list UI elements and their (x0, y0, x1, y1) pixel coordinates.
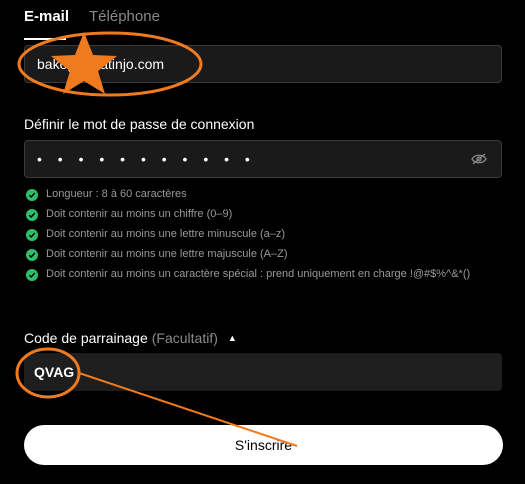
auth-tabs: E-mail Téléphone (24, 8, 160, 38)
check-icon (26, 269, 38, 281)
eye-off-icon[interactable] (469, 152, 489, 166)
signup-button[interactable]: S'inscrire (24, 425, 503, 465)
check-icon (26, 189, 38, 201)
requirement-text: Longueur : 8 à 60 caractères (46, 188, 187, 200)
password-label: Définir le mot de passe de connexion (24, 116, 255, 132)
referral-code-value: QVAG (34, 364, 75, 380)
requirement-length: Longueur : 8 à 60 caractères (26, 188, 496, 208)
requirement-special: Doit contenir au moins un caractère spéc… (26, 268, 496, 300)
check-icon (26, 209, 38, 221)
email-field[interactable]: bakog y@atinjo.com (24, 45, 502, 83)
active-tab-indicator (24, 38, 66, 40)
referral-optional-label: (Facultatif) (151, 330, 218, 346)
password-field[interactable]: • • • • • • • • • • • (24, 140, 502, 178)
check-icon (26, 249, 38, 261)
tab-telephone[interactable]: Téléphone (89, 8, 160, 38)
password-masked-value: • • • • • • • • • • • (37, 151, 256, 167)
requirement-text: Doit contenir au moins un chiffre (0–9) (46, 208, 233, 220)
requirement-lowercase: Doit contenir au moins une lettre minusc… (26, 228, 496, 248)
requirement-uppercase: Doit contenir au moins une lettre majusc… (26, 248, 496, 268)
caret-up-icon: ▲ (227, 333, 237, 343)
check-icon (26, 229, 38, 241)
referral-code-field[interactable]: QVAG (24, 353, 502, 391)
email-value: bakog y@atinjo.com (37, 56, 165, 72)
requirement-text: Doit contenir au moins un caractère spéc… (46, 268, 471, 280)
referral-toggle[interactable]: Code de parrainage (Facultatif) ▲ (24, 330, 237, 346)
requirement-text: Doit contenir au moins une lettre majusc… (46, 248, 288, 260)
referral-label: Code de parrainage (24, 330, 148, 346)
tab-email[interactable]: E-mail (24, 8, 69, 38)
password-requirements: Longueur : 8 à 60 caractères Doit conten… (26, 188, 496, 300)
requirement-text: Doit contenir au moins une lettre minusc… (46, 228, 286, 240)
requirement-digit: Doit contenir au moins un chiffre (0–9) (26, 208, 496, 228)
